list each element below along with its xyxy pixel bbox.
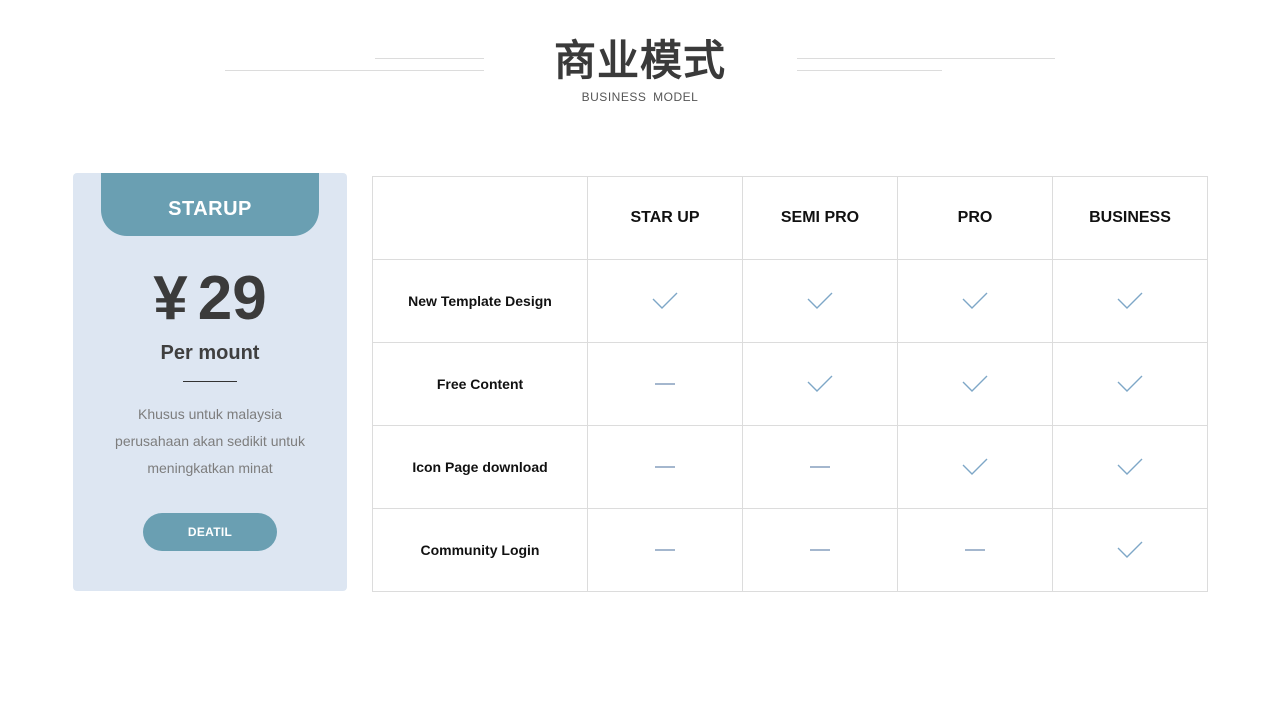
check-icon (652, 292, 678, 309)
column-header: BUSINESS (1052, 176, 1208, 260)
dash-icon (965, 549, 985, 551)
page-title: 商业模式 (553, 36, 726, 85)
feature-cell (1052, 508, 1208, 592)
dash-icon (810, 466, 830, 468)
feature-cell (1052, 342, 1208, 426)
check-icon (962, 292, 988, 309)
feature-label: Icon Page download (372, 425, 588, 509)
price-period: Per mount (160, 342, 260, 364)
table-row: Free Content (372, 342, 1208, 426)
feature-cell (742, 342, 898, 426)
feature-cell (897, 508, 1053, 592)
table-header-row: STAR UP SEMI PRO PRO BUSINESS (372, 176, 1208, 260)
feature-cell (897, 259, 1053, 343)
plan-description: Khusus untuk malaysia perusahaan akan se… (115, 406, 305, 476)
table-row: Icon Page download (372, 425, 1208, 509)
feature-label: Community Login (372, 508, 588, 592)
column-header: STAR UP (587, 176, 743, 260)
detail-button[interactable]: DEATIL (143, 513, 277, 551)
dash-icon (655, 466, 675, 468)
feature-cell (742, 508, 898, 592)
feature-cell (897, 342, 1053, 426)
feature-cell (742, 425, 898, 509)
check-icon (1117, 292, 1143, 309)
page-subtitle: BUSINESS MODEL (581, 90, 699, 104)
column-header: SEMI PRO (742, 176, 898, 260)
feature-cell (587, 425, 743, 509)
check-icon (1117, 458, 1143, 475)
column-header: PRO (897, 176, 1053, 260)
feature-label: Free Content (372, 342, 588, 426)
feature-cell (1052, 259, 1208, 343)
check-icon (962, 375, 988, 392)
feature-cell (587, 259, 743, 343)
price: ¥29 (73, 263, 347, 335)
feature-cell (742, 259, 898, 343)
card-divider (183, 381, 237, 382)
dash-icon (655, 383, 675, 385)
pricing-card: STARUP ¥29 Per mount Khusus untuk malays… (73, 173, 347, 591)
table-corner-cell (372, 176, 588, 260)
check-icon (1117, 375, 1143, 392)
dash-icon (810, 549, 830, 551)
price-amount: 29 (197, 264, 267, 333)
feature-cell (897, 425, 1053, 509)
feature-cell (587, 342, 743, 426)
table-row: Community Login (372, 508, 1208, 592)
feature-cell (587, 508, 743, 592)
check-icon (1117, 541, 1143, 558)
plan-name-tab: STARUP (101, 173, 319, 236)
check-icon (807, 292, 833, 309)
check-icon (807, 375, 833, 392)
comparison-table: STAR UP SEMI PRO PRO BUSINESS New Templa… (372, 176, 1208, 592)
check-icon (962, 458, 988, 475)
feature-cell (1052, 425, 1208, 509)
table-row: New Template Design (372, 259, 1208, 343)
dash-icon (655, 549, 675, 551)
currency-symbol: ¥ (153, 264, 188, 333)
feature-label: New Template Design (372, 259, 588, 343)
